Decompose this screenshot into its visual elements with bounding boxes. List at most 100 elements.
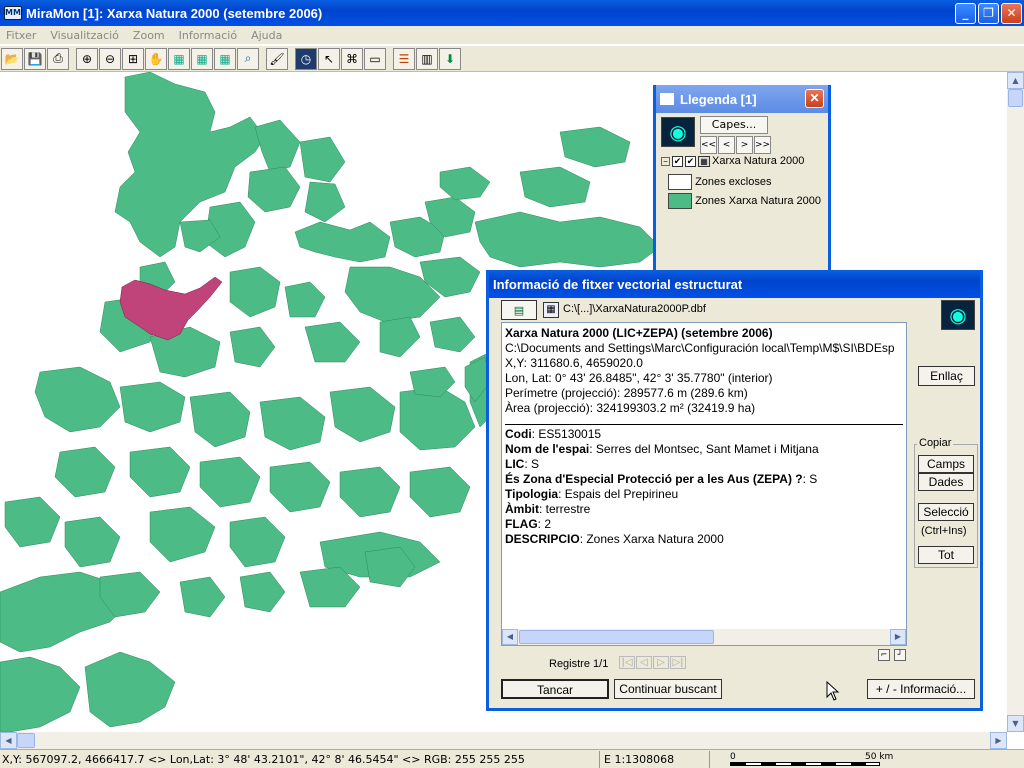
camps-button[interactable]: Camps (918, 455, 974, 473)
table-view-icon[interactable]: ▤ (501, 300, 537, 320)
pointer-icon[interactable]: ↖ (318, 47, 340, 70)
pan-icon[interactable]: ✋ (145, 47, 167, 70)
visible-checkbox[interactable]: ✔ (672, 155, 683, 167)
resize-icon-b[interactable]: ┘ (894, 649, 906, 661)
menu-informacio[interactable]: Informació (179, 29, 237, 42)
swatch-natura (668, 193, 692, 209)
maximize-button[interactable]: ❐ (978, 3, 999, 24)
horizontal-scroll-thumb[interactable] (17, 733, 35, 748)
toolbar: 📂 💾 ⎙ ⊕ ⊖ ⊞ ✋ ▦ ▦ ▦ ⌕ 🖌 ◷ ↖ ⌘ ▭ ☰ ▥ ⬇ (0, 46, 1024, 72)
layers-icon[interactable]: ☰ (393, 47, 415, 70)
scroll-down-icon[interactable]: ▼ (1007, 715, 1024, 732)
queryable-checkbox[interactable]: ✔ (685, 155, 696, 167)
info-lonlat-line: Lon, Lat: 0° 43' 26.8485", 42° 3' 35.778… (505, 371, 773, 385)
legend-item-label: Zones excloses (695, 175, 772, 188)
export-icon[interactable]: ⬇ (439, 47, 461, 70)
field-row: Tipologia: Espais del Prepirineu (505, 487, 679, 501)
info-globe-icon: ◉ (941, 300, 975, 330)
resize-icon-a[interactable]: ⌐ (878, 649, 890, 661)
tancar-button[interactable]: Tancar (501, 679, 609, 699)
layer-name: Xarxa Natura 2000 (712, 155, 805, 167)
scale-bar-graphic (730, 761, 880, 766)
dades-button[interactable]: Dades (918, 473, 974, 491)
info-xy-line: X,Y: 311680.6, 4659020.0 (505, 356, 643, 370)
enllac-button[interactable]: Enllaç (918, 366, 975, 386)
binoculars-icon[interactable]: ⌘ (341, 47, 363, 70)
layer-row: − ✔ ✔ ▦ Xarxa Natura 2000 (661, 155, 804, 167)
map-horizontal-scrollbar[interactable]: ◀ ▶ (0, 732, 1007, 749)
legend-title-bar: Llegenda [1] ✕ (656, 85, 828, 113)
registre-last-icon[interactable]: ▷| (670, 656, 686, 669)
status-bar: X,Y: 567097.2, 4666417.7 <> Lon,Lat: 3° … (0, 749, 1024, 768)
miramon-app: MM MiraMon [1]: Xarxa Natura 2000 (setem… (0, 0, 1024, 768)
menu-visualitzacio[interactable]: Visualització (50, 29, 119, 42)
registre-first-icon[interactable]: |◁ (619, 656, 635, 669)
tot-button[interactable]: Tot (918, 546, 974, 564)
collapse-icon[interactable]: − (661, 156, 670, 166)
info-scroll-left-icon[interactable]: ◀ (502, 629, 518, 645)
legend-window: Llegenda [1] ✕ ◉ Capes... << < > >> − ✔ … (653, 85, 831, 275)
print-icon[interactable]: ⎙ (47, 47, 69, 70)
legend-close-button[interactable]: ✕ (805, 89, 824, 108)
scroll-up-icon[interactable]: ▲ (1007, 72, 1024, 89)
grid-icon[interactable]: ▥ (416, 47, 438, 70)
minimize-button[interactable]: _ (955, 3, 976, 24)
swatch-excluded (668, 174, 692, 190)
map-vertical-scrollbar[interactable]: ▲ ▼ (1007, 72, 1024, 732)
save-icon[interactable]: 💾 (24, 47, 46, 70)
map-view-icon[interactable]: ▦ (168, 47, 190, 70)
scroll-right-icon[interactable]: ▶ (990, 732, 1007, 749)
registre-next-icon[interactable]: ▷ (653, 656, 669, 669)
capes-button[interactable]: Capes... (700, 116, 768, 134)
title-bar: MM MiraMon [1]: Xarxa Natura 2000 (setem… (0, 0, 1024, 26)
scale-bar: 0 50 km (720, 751, 920, 768)
nav-prev-button[interactable]: < (718, 136, 735, 154)
menu-fitxer[interactable]: Fitxer (6, 29, 36, 42)
nav-next-button[interactable]: > (736, 136, 753, 154)
registre-nav: |◁ ◁ ▷ ▷| (619, 656, 686, 669)
open-icon[interactable]: 📂 (1, 47, 23, 70)
mouse-cursor-icon (826, 681, 840, 701)
info-window: Informació de fitxer vectorial estructur… (486, 270, 983, 711)
globe-icon: ◉ (661, 117, 695, 147)
nav-first-button[interactable]: << (700, 136, 717, 154)
info-scroll-thumb[interactable] (519, 630, 714, 644)
registre-prev-icon[interactable]: ◁ (636, 656, 652, 669)
field-row: És Zona d'Especial Protecció per a les A… (505, 472, 818, 486)
info-title: Informació de fitxer vectorial estructur… (493, 276, 743, 292)
zoom-window-icon[interactable]: ⊞ (122, 47, 144, 70)
status-scale: E 1:1308068 (600, 750, 710, 768)
seleccio-button[interactable]: Selecció (918, 503, 974, 521)
field-row: Àmbit: terrestre (505, 502, 591, 516)
legend-item-natura: Zones Xarxa Natura 2000 (668, 193, 821, 209)
copiar-group: Copiar Camps Dades Selecció (Ctrl+Ins) T… (914, 437, 978, 568)
field-row: Codi: ES5130015 (505, 427, 602, 441)
continuar-buscant-button[interactable]: Continuar buscant (614, 679, 722, 699)
map-view3-icon[interactable]: ▦ (214, 47, 236, 70)
close-button[interactable]: ✕ (1001, 3, 1022, 24)
scroll-left-icon[interactable]: ◀ (0, 732, 17, 749)
zoom-out-icon[interactable]: ⊖ (99, 47, 121, 70)
nav-last-button[interactable]: >> (754, 136, 771, 154)
info-divider (505, 424, 903, 425)
copiar-label: Copiar (917, 437, 954, 449)
info-hscroll[interactable]: ◀ ▶ (502, 629, 906, 645)
info-scroll-right-icon[interactable]: ▶ (890, 629, 906, 645)
registre-label: Registre 1/1 (549, 658, 609, 670)
vertical-scroll-thumb[interactable] (1008, 89, 1023, 107)
map-view2-icon[interactable]: ▦ (191, 47, 213, 70)
field-row: FLAG: 2 (505, 517, 552, 531)
brush-icon[interactable]: 🖌 (266, 47, 288, 70)
info-text-area[interactable]: Xarxa Natura 2000 (LIC+ZEPA) (setembre 2… (501, 322, 907, 646)
dbf-file-icon: ▦ (543, 302, 559, 318)
clock-icon[interactable]: ◷ (295, 47, 317, 70)
menu-zoom[interactable]: Zoom (133, 29, 165, 42)
info-area-line: Àrea (projecció): 324199303.2 m² (32419.… (505, 401, 756, 415)
zoom-in-icon[interactable]: ⊕ (76, 47, 98, 70)
map-search-icon[interactable]: ⌕ (237, 47, 259, 70)
mes-informacio-button[interactable]: + / - Informació... (867, 679, 975, 699)
measure-icon[interactable]: ▭ (364, 47, 386, 70)
field-row: LIC: S (505, 457, 540, 471)
field-row: Nom de l'espai: Serres del Montsec, Sant… (505, 442, 819, 456)
menu-ajuda[interactable]: Ajuda (251, 29, 282, 42)
